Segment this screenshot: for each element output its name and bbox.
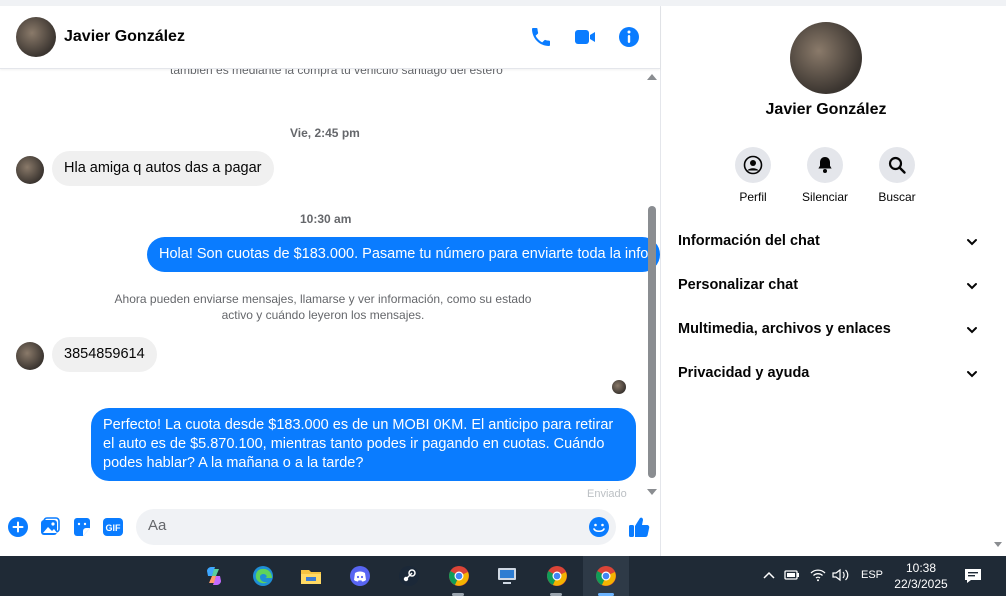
taskbar-chrome-active[interactable]: [583, 556, 629, 596]
taskbar-clock[interactable]: 10:38 22/3/2025: [880, 560, 962, 592]
edge-icon: [253, 566, 273, 586]
sender-avatar[interactable]: [16, 342, 44, 370]
thumbs-up-icon[interactable]: [627, 515, 651, 539]
sticker-icon[interactable]: [71, 516, 93, 538]
message-input[interactable]: [148, 517, 578, 534]
taskbar-edge[interactable]: [242, 556, 282, 596]
chevron-down-icon: [967, 371, 977, 378]
chat-scrollbar[interactable]: [646, 69, 658, 501]
clock-time: 10:38: [905, 561, 937, 575]
steam-icon: [399, 566, 419, 586]
search-button-label: Buscar: [878, 190, 916, 204]
mute-button-label: Silenciar: [801, 190, 849, 204]
discord-icon: [350, 566, 370, 586]
profile-button[interactable]: Perfil: [723, 147, 783, 204]
cut-off-message-text: también es mediante la compra tu vehicul…: [170, 69, 503, 77]
message-composer: GIF: [0, 506, 660, 556]
sent-status: Enviado: [587, 488, 627, 500]
section-title: Privacidad y ayuda: [678, 365, 810, 381]
taskbar-chrome-profile[interactable]: [536, 556, 576, 596]
section-chat-info[interactable]: Información del chat: [678, 230, 978, 254]
phone-icon[interactable]: [529, 25, 553, 49]
chrome-icon: [596, 566, 616, 586]
section-title: Personalizar chat: [678, 277, 799, 293]
taskbar-file-explorer[interactable]: [290, 556, 330, 596]
battery-icon[interactable]: [784, 569, 800, 581]
privacy-notice: Ahora pueden enviarse mensajes, llamarse…: [114, 292, 532, 322]
section-title: Multimedia, archivos y enlaces: [678, 321, 891, 337]
contact-avatar[interactable]: [16, 17, 56, 57]
profile-avatar[interactable]: [790, 22, 862, 94]
message-input-box[interactable]: [136, 509, 616, 545]
wifi-icon[interactable]: [810, 568, 826, 582]
section-title: Información del chat: [678, 233, 820, 249]
notification-icon[interactable]: [963, 566, 983, 586]
outgoing-message[interactable]: Hola! Son cuotas de $183.000. Pasame tu …: [147, 237, 660, 272]
image-icon[interactable]: [39, 516, 61, 538]
chrome-icon: [449, 566, 469, 586]
profile-name: Javier González: [765, 101, 887, 118]
volume-icon[interactable]: [832, 568, 850, 582]
emoji-icon[interactable]: [588, 516, 610, 538]
windows-taskbar: ESP 10:38 22/3/2025: [0, 556, 1006, 596]
seen-indicator-avatar: [612, 380, 626, 394]
outgoing-message[interactable]: Perfecto! La cuota desde $183.000 es de …: [91, 408, 636, 481]
message-timestamp: Vie, 2:45 pm: [290, 126, 360, 140]
taskbar-steam[interactable]: [388, 556, 428, 596]
taskbar-chrome[interactable]: [438, 556, 478, 596]
plus-icon[interactable]: [7, 516, 29, 538]
mute-button[interactable]: Silenciar: [795, 147, 855, 204]
sender-avatar[interactable]: [16, 156, 44, 184]
clock-date: 22/3/2025: [894, 577, 948, 591]
panel-scroll-down-arrow[interactable]: [994, 542, 1002, 547]
chat-info-panel: Javier González Perfil Silenciar Buscar …: [662, 6, 1006, 556]
chevron-down-icon: [967, 327, 977, 334]
gif-icon[interactable]: GIF: [102, 516, 124, 538]
chat-header: Javier González: [0, 6, 660, 69]
section-media-files-links[interactable]: Multimedia, archivos y enlaces: [678, 318, 978, 342]
remote-desktop-icon: [498, 568, 516, 584]
section-privacy-help[interactable]: Privacidad y ayuda: [678, 362, 978, 386]
messenger-window: Javier González también es mediante la c…: [0, 0, 1006, 556]
chat-pane: Javier González también es mediante la c…: [0, 6, 661, 556]
message-timestamp: 10:30 am: [300, 212, 352, 226]
scroll-down-arrow[interactable]: [647, 489, 657, 495]
search-icon: [879, 147, 915, 183]
taskbar-discord[interactable]: [339, 556, 379, 596]
profile-icon: [735, 147, 771, 183]
section-customize-chat[interactable]: Personalizar chat: [678, 274, 978, 298]
incoming-message[interactable]: 3854859614: [52, 337, 157, 372]
chevron-down-icon: [967, 283, 977, 290]
search-button[interactable]: Buscar: [867, 147, 927, 204]
contact-name[interactable]: Javier González: [64, 28, 185, 46]
video-camera-icon[interactable]: [573, 25, 597, 49]
scroll-up-arrow[interactable]: [647, 74, 657, 80]
bell-icon: [807, 147, 843, 183]
system-tray: ESP: [760, 556, 883, 596]
chrome-icon: [547, 566, 567, 586]
taskbar-copilot[interactable]: [193, 556, 233, 596]
incoming-message[interactable]: Hla amiga q autos das a pagar: [52, 151, 274, 186]
chevron-up-icon[interactable]: [763, 570, 775, 580]
info-icon[interactable]: [617, 25, 641, 49]
message-list: también es mediante la compra tu vehicul…: [0, 69, 660, 501]
folder-icon: [301, 570, 321, 584]
copilot-icon: [207, 567, 221, 585]
scroll-thumb[interactable]: [648, 206, 656, 478]
profile-button-label: Perfil: [739, 190, 767, 204]
taskbar-remote-desktop[interactable]: [486, 556, 526, 596]
chevron-down-icon: [967, 239, 977, 246]
gif-label: GIF: [106, 523, 122, 533]
